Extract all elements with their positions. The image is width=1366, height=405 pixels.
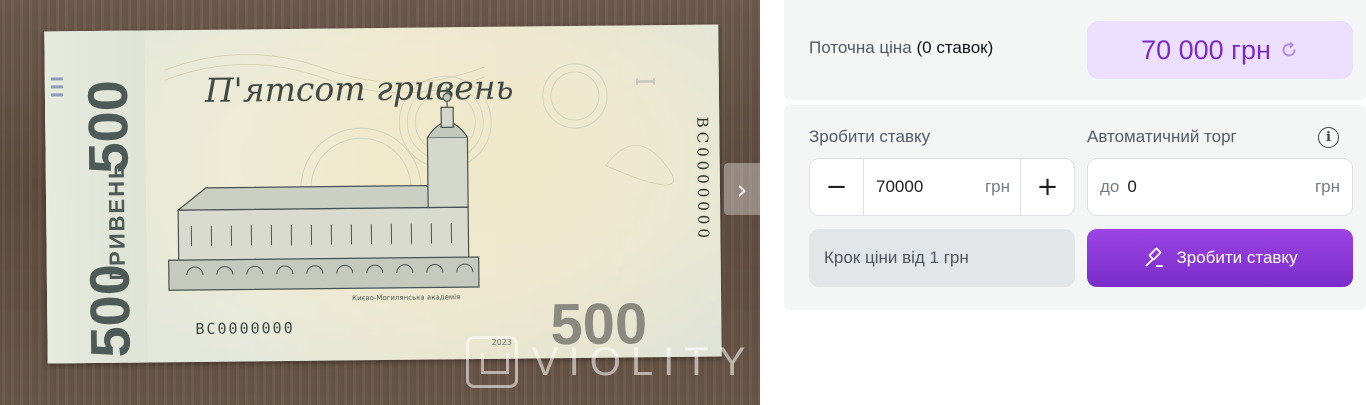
academy-building-drawing (168, 87, 480, 291)
lot-page: 500 ГРИВЕНЬ 500 П'ятсот гривень Києво-Мо… (0, 0, 1366, 405)
watermark-text: VIOLITY (532, 339, 756, 384)
gallery-next-button[interactable]: › (724, 163, 760, 215)
serial-number-horizontal: ВС0000000 (195, 319, 294, 338)
auto-bid-prefix: до (1100, 177, 1120, 196)
current-price-box: 70 000 грн (1087, 21, 1353, 79)
building-caption: Києво-Могилянська академія (352, 293, 460, 302)
current-price-label-text: Поточна ціна (809, 38, 912, 57)
note-title-script: П'ятсот гривень (204, 68, 514, 110)
currency-word-vertical: ГРИВЕНЬ (104, 161, 130, 280)
auto-bid-label: Автоматичний торг (1087, 127, 1237, 146)
auto-bid-input[interactable] (1127, 177, 1315, 197)
current-price-label: Поточна ціна (0 ставок) (809, 38, 993, 58)
site-watermark: VIOLITY (466, 336, 755, 388)
increase-bid-button[interactable]: + (1020, 159, 1074, 215)
bid-amount-field: грн (864, 159, 1020, 215)
bid-amount-stepper: − грн + (809, 158, 1075, 216)
chevron-right-icon: › (736, 172, 748, 206)
top-right-mark: ꟷ (635, 68, 656, 98)
place-bid-label: Зробити ставку (809, 127, 931, 146)
banknote-image: 500 ГРИВЕНЬ 500 П'ятсот гривень Києво-Мо… (44, 24, 722, 364)
current-price-value: 70 000 грн (1141, 34, 1271, 65)
place-bid-button[interactable]: Зробити ставку (1087, 229, 1353, 287)
lot-photo[interactable]: 500 ГРИВЕНЬ 500 П'ятсот гривень Києво-Мо… (0, 0, 760, 405)
gavel-icon (1145, 247, 1164, 267)
auto-bid-field: до грн (1087, 158, 1353, 216)
auto-bid-currency-unit: грн (1314, 177, 1340, 196)
banknote-artwork: 500 ГРИВЕНЬ 500 П'ятсот гривень Києво-Мо… (50, 54, 713, 358)
denomination-bottom-left: 500 (78, 264, 142, 358)
serial-number-vertical: ВС0000000 (693, 117, 712, 242)
bids-count: (0 ставок) (916, 38, 994, 57)
bid-step-info: Крок ціни від 1 грн (809, 229, 1075, 287)
bid-currency-unit: грн (984, 177, 1010, 196)
place-bid-button-label: Зробити ставку (1176, 248, 1298, 267)
bid-amount-input[interactable] (876, 177, 985, 197)
decrease-bid-button[interactable]: − (810, 159, 864, 215)
violity-logo-icon (466, 336, 518, 388)
refresh-icon[interactable] (1279, 40, 1299, 60)
info-icon[interactable]: i (1318, 127, 1339, 148)
denomination-top-left: 500 (76, 80, 140, 174)
